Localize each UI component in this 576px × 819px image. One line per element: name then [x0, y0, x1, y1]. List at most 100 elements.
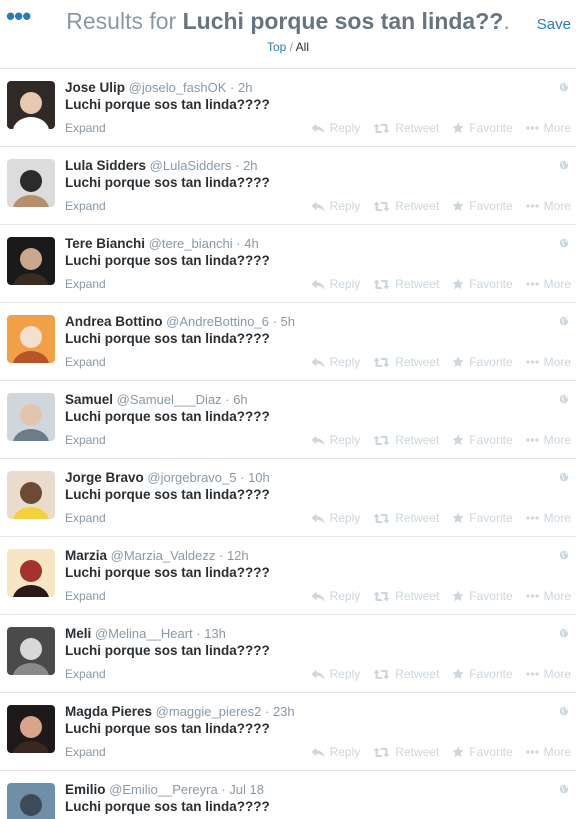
tweet-timestamp[interactable]: 6h	[233, 392, 247, 407]
tweet-fullname[interactable]: Jorge Bravo	[65, 470, 144, 485]
tweet-fullname[interactable]: Marzia	[65, 548, 107, 563]
tweet-timestamp[interactable]: 13h	[204, 626, 226, 641]
expand-link[interactable]: Expand	[65, 589, 106, 603]
avatar[interactable]	[7, 159, 55, 207]
tweet-timestamp[interactable]: 2h	[238, 80, 252, 95]
reply-button[interactable]: Reply	[311, 355, 360, 369]
tweet-timestamp[interactable]: 10h	[248, 470, 270, 485]
tweet-item[interactable]: Tere Bianchi @tere_bianchi · 4h Luchi po…	[0, 225, 576, 303]
retweet-button[interactable]: Retweet	[373, 121, 439, 135]
tweet-item[interactable]: Jorge Bravo @jorgebravo_5 · 10h Luchi po…	[0, 459, 576, 537]
tweet-handle[interactable]: @joselo_fashOK	[129, 80, 227, 95]
expand-link[interactable]: Expand	[65, 199, 106, 213]
favorite-button[interactable]: Favorite	[452, 511, 513, 525]
tweet-actions: Reply Retweet Favorite More	[298, 433, 571, 447]
expand-link[interactable]: Expand	[65, 433, 106, 447]
reply-button[interactable]: Reply	[311, 121, 360, 135]
favorite-button[interactable]: Favorite	[452, 277, 513, 291]
tweet-timestamp[interactable]: 23h	[273, 704, 295, 719]
tweet-item[interactable]: Marzia @Marzia_Valdezz · 12h Luchi porqu…	[0, 537, 576, 615]
tweet-item[interactable]: Jose Ulip @joselo_fashOK · 2h Luchi porq…	[0, 69, 576, 147]
more-button[interactable]: More	[526, 121, 571, 135]
tweet-timestamp[interactable]: Jul 18	[229, 782, 264, 797]
tweet-item[interactable]: Emilio @Emilio__Pereyra · Jul 18 Luchi p…	[0, 771, 576, 819]
tweet-handle[interactable]: @jorgebravo_5	[147, 470, 236, 485]
reply-button[interactable]: Reply	[311, 511, 360, 525]
retweet-button[interactable]: Retweet	[373, 667, 439, 681]
avatar[interactable]	[7, 549, 55, 597]
tweet-handle[interactable]: @AndreBottino_6	[166, 314, 269, 329]
avatar[interactable]	[7, 705, 55, 753]
expand-link[interactable]: Expand	[65, 355, 106, 369]
retweet-button[interactable]: Retweet	[373, 511, 439, 525]
avatar[interactable]	[7, 237, 55, 285]
tweet-timestamp[interactable]: 2h	[243, 158, 257, 173]
tweet-fullname[interactable]: Tere Bianchi	[65, 236, 145, 251]
reply-button[interactable]: Reply	[311, 745, 360, 759]
favorite-button[interactable]: Favorite	[452, 745, 513, 759]
more-button[interactable]: More	[526, 745, 571, 759]
reply-button[interactable]: Reply	[311, 667, 360, 681]
avatar[interactable]	[7, 315, 55, 363]
more-button[interactable]: More	[526, 589, 571, 603]
tweet-handle[interactable]: @maggie_pieres2	[156, 704, 262, 719]
tweet-fullname[interactable]: Emilio	[65, 782, 106, 797]
retweet-button[interactable]: Retweet	[373, 199, 439, 213]
favorite-button[interactable]: Favorite	[452, 667, 513, 681]
more-button[interactable]: More	[526, 667, 571, 681]
save-search-button[interactable]: Save	[537, 16, 571, 33]
more-button[interactable]: More	[526, 199, 571, 213]
retweet-button[interactable]: Retweet	[373, 745, 439, 759]
expand-link[interactable]: Expand	[65, 121, 106, 135]
favorite-button[interactable]: Favorite	[452, 355, 513, 369]
tweet-fullname[interactable]: Samuel	[65, 392, 113, 407]
tweet-handle[interactable]: @Samuel___Diaz	[117, 392, 222, 407]
filter-top-link[interactable]: Top	[267, 40, 286, 54]
tweet-handle[interactable]: @Melina__Heart	[95, 626, 193, 641]
retweet-button[interactable]: Retweet	[373, 277, 439, 291]
tweet-item[interactable]: Meli @Melina__Heart · 13h Luchi porque s…	[0, 615, 576, 693]
avatar[interactable]	[7, 783, 55, 819]
tweet-timestamp[interactable]: 5h	[281, 314, 295, 329]
tweet-fullname[interactable]: Lula Sidders	[65, 158, 146, 173]
expand-link[interactable]: Expand	[65, 511, 106, 525]
tweet-item[interactable]: Magda Pieres @maggie_pieres2 · 23h Luchi…	[0, 693, 576, 771]
favorite-button[interactable]: Favorite	[452, 199, 513, 213]
tweet-handle[interactable]: @LulaSidders	[150, 158, 232, 173]
tweet-handle[interactable]: @Marzia_Valdezz	[111, 548, 216, 563]
expand-link[interactable]: Expand	[65, 745, 106, 759]
tweet-fullname[interactable]: Jose Ulip	[65, 80, 125, 95]
tweet-timestamp[interactable]: 4h	[244, 236, 258, 251]
tweet-handle[interactable]: @Emilio__Pereyra	[109, 782, 218, 797]
reply-button[interactable]: Reply	[311, 433, 360, 447]
more-button[interactable]: More	[526, 433, 571, 447]
tweet-handle[interactable]: @tere_bianchi	[149, 236, 233, 251]
more-button[interactable]: More	[526, 355, 571, 369]
tweet-fullname[interactable]: Magda Pieres	[65, 704, 152, 719]
reply-button[interactable]: Reply	[311, 277, 360, 291]
favorite-button[interactable]: Favorite	[452, 121, 513, 135]
tweet-item[interactable]: Andrea Bottino @AndreBottino_6 · 5h Luch…	[0, 303, 576, 381]
tweet-item[interactable]: Lula Sidders @LulaSidders · 2h Luchi por…	[0, 147, 576, 225]
avatar[interactable]	[7, 627, 55, 675]
tweet-item[interactable]: Samuel @Samuel___Diaz · 6h Luchi porque …	[0, 381, 576, 459]
tweet-fullname[interactable]: Meli	[65, 626, 91, 641]
tweet-fullname[interactable]: Andrea Bottino	[65, 314, 163, 329]
reply-button[interactable]: Reply	[311, 199, 360, 213]
retweet-button[interactable]: Retweet	[373, 433, 439, 447]
filter-all-link[interactable]: All	[296, 40, 309, 54]
more-button[interactable]: More	[526, 277, 571, 291]
avatar[interactable]	[7, 471, 55, 519]
avatar[interactable]	[7, 393, 55, 441]
more-button[interactable]: More	[526, 511, 571, 525]
expand-link[interactable]: Expand	[65, 667, 106, 681]
retweet-button[interactable]: Retweet	[373, 355, 439, 369]
reply-button[interactable]: Reply	[311, 589, 360, 603]
expand-link[interactable]: Expand	[65, 277, 106, 291]
favorite-button[interactable]: Favorite	[452, 589, 513, 603]
favorite-label: Favorite	[469, 433, 513, 447]
tweet-timestamp[interactable]: 12h	[227, 548, 249, 563]
favorite-button[interactable]: Favorite	[452, 433, 513, 447]
retweet-button[interactable]: Retweet	[373, 589, 439, 603]
avatar[interactable]	[7, 81, 55, 129]
